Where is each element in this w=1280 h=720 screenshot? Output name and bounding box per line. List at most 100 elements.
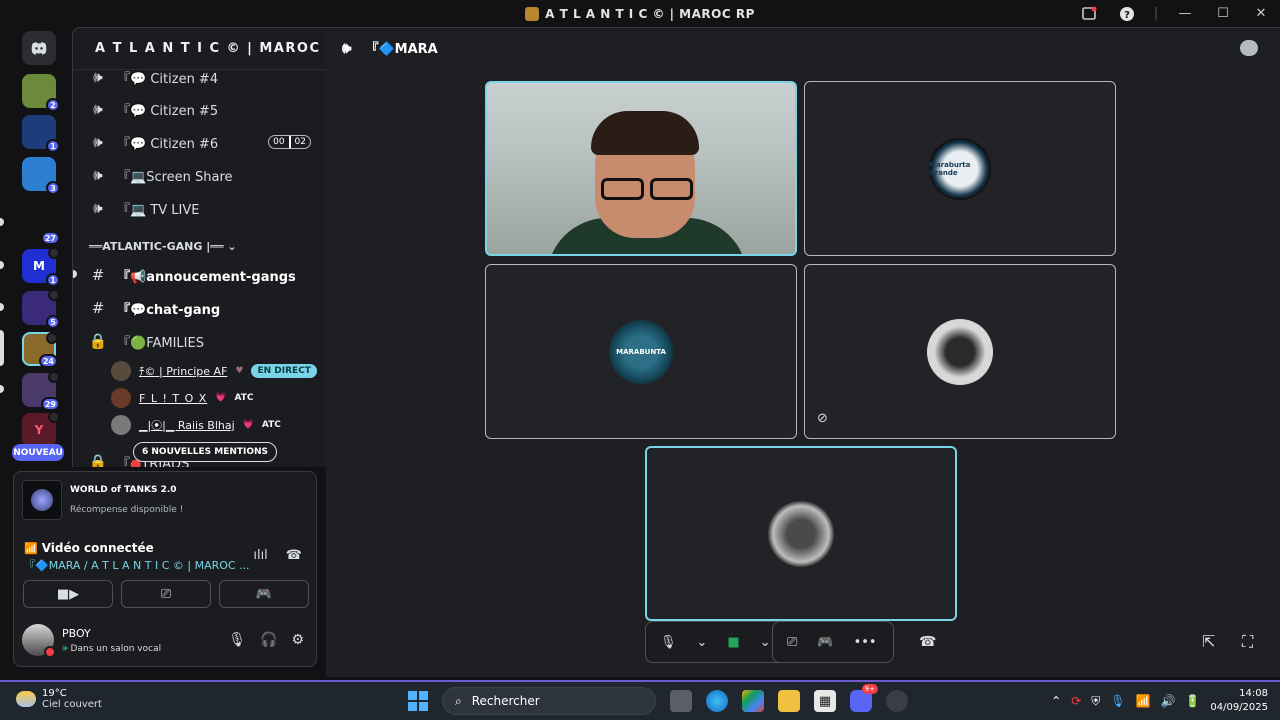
microphone-icon[interactable]: 🎙 <box>228 632 246 648</box>
edge-icon[interactable] <box>706 690 728 712</box>
copilot-icon[interactable] <box>742 690 764 712</box>
headphones-icon[interactable]: 🎧 <box>260 632 277 648</box>
disconnect-icon[interactable]: ☎ <box>286 548 302 563</box>
voice-dot-icon <box>48 289 60 301</box>
title-bar: A T L A N T I C © | MAROC RP ? | — ☐ ✕ <box>0 0 1280 27</box>
window-title: A T L A N T I C © | MAROC RP <box>525 6 755 21</box>
server-icon[interactable]: 1 <box>22 115 60 153</box>
sync-icon[interactable]: ⟳ <box>1071 694 1081 708</box>
new-mentions-button[interactable]: 6 NOUVELLES MENTIONS <box>133 442 278 462</box>
discord-home-icon[interactable] <box>22 31 56 65</box>
text-channel-chat-gang[interactable]: # 『💬chat-gang <box>73 295 326 321</box>
voice-channel-link[interactable]: 『🔷MARA / A T L A N T I C © | MAROC ... <box>24 557 254 573</box>
disconnect-icon[interactable]: ☎ <box>919 634 936 650</box>
heart-icon: 💗 <box>242 420 254 430</box>
server-icon[interactable]: Y <box>22 411 60 447</box>
voice-channel-citizen-4[interactable]: 🕪 『💬 Citizen #4 <box>73 64 326 90</box>
unread-pill <box>0 218 4 226</box>
discord-taskbar-icon[interactable]: 9+ <box>850 684 878 712</box>
promo-title: WORLD of TANKS 2.0 <box>70 485 177 495</box>
avatar <box>111 361 131 381</box>
gear-icon[interactable]: ⚙ <box>291 632 304 648</box>
screen-share-button[interactable]: ⎚ <box>121 580 211 608</box>
pop-out-icon[interactable]: ⇱ <box>1202 632 1215 651</box>
battery-icon[interactable]: 🔋 <box>1185 694 1200 708</box>
inbox-icon[interactable] <box>1070 0 1108 27</box>
heart-icon: ♥ <box>235 366 244 376</box>
video-tile-avatar[interactable]: MARABUNTA <box>485 264 797 439</box>
clock[interactable]: 14:08 04/09/2025 <box>1210 687 1268 715</box>
search-input[interactable]: ⌕ Rechercher <box>442 687 656 715</box>
voice-call-area: 🕪 『🔷MARA Maraburta Grande MARABUNTA ⊘ 🎙 … <box>326 27 1280 677</box>
folder-icon[interactable] <box>778 690 800 712</box>
store-icon[interactable]: ▦ <box>814 690 836 712</box>
gamepad-icon: 🎮 <box>255 586 273 602</box>
windows-start-icon[interactable] <box>408 691 428 711</box>
server-icon[interactable]: M1 <box>22 247 60 287</box>
camera-icon[interactable]: ■ <box>727 635 739 650</box>
guild-name: A T L A N T I C © | MAROC RP <box>95 41 326 56</box>
screen-share-icon[interactable]: ⎚ <box>787 635 797 650</box>
speaker-icon: 🕪 <box>93 166 103 184</box>
app-icon[interactable] <box>886 690 908 712</box>
server-icon[interactable]: 2 <box>22 74 60 112</box>
promo-card[interactable]: WORLD of TANKS 2.0 Récompense disponible… <box>22 480 183 520</box>
fullscreen-icon[interactable]: ⛶ <box>1242 632 1253 652</box>
category-atlantic-gang[interactable]: ══ATLANTIC-GANG |══ ⌄ <box>89 240 237 253</box>
chat-icon[interactable] <box>1240 40 1258 56</box>
avatar: Maraburta Grande <box>929 137 991 200</box>
weather-widget[interactable]: 19°C Ciel couvert <box>16 688 102 710</box>
current-user[interactable]: PBOY 🕪 Dans un salon vocal <box>22 624 161 658</box>
server-icon[interactable]: 29 <box>22 371 60 411</box>
chevron-down-icon[interactable]: ⌄ <box>760 635 771 650</box>
voice-member[interactable]: F L ! T O X 💗 ATC <box>111 387 254 409</box>
microphone-icon[interactable]: 🎙 <box>1110 694 1125 708</box>
server-icon-atlantic[interactable]: 24 <box>22 332 58 368</box>
voice-dot-icon <box>48 411 60 423</box>
voice-channel-citizen-5[interactable]: 🕪 『💬 Citizen #5 <box>73 96 326 122</box>
server-icon[interactable]: 5 <box>22 289 60 329</box>
svg-text:?: ? <box>1124 10 1130 21</box>
voice-member[interactable]: ▁|⦿|▁ Raiis Blhaj 💗 ATC <box>111 414 281 436</box>
call-header: 🕪 『🔷MARA <box>342 38 438 58</box>
chevron-up-icon[interactable]: ⌃ <box>1051 694 1061 708</box>
voice-status-text: Vidéo connectée <box>41 541 154 555</box>
voice-channel-families[interactable]: 🔒 『🟢FAMILIES <box>73 328 326 354</box>
voice-channel-screen-share[interactable]: 🕪 『💻Screen Share <box>73 162 326 188</box>
camera-off-icon: ⊘ <box>817 411 828 426</box>
lock-icon: 🔒 <box>88 453 108 467</box>
user-panel: WORLD of TANKS 2.0 Récompense disponible… <box>13 471 317 667</box>
app-logo-icon <box>525 6 540 21</box>
new-badge[interactable]: NOUVEAU <box>12 444 64 461</box>
lock-icon: 🔒 <box>88 332 108 350</box>
close-button[interactable]: ✕ <box>1242 0 1280 27</box>
server-icon[interactable]: 27 <box>22 207 60 245</box>
soundboard-icon[interactable]: ılıl <box>253 548 267 563</box>
hashtag-icon: # <box>91 299 105 317</box>
chevron-down-icon[interactable]: ⌄ <box>697 635 708 650</box>
dnd-status-icon <box>44 646 56 658</box>
voice-member[interactable]: ﾁ© | Principe AF ♥ EN DIRECT <box>111 360 317 382</box>
task-view-icon[interactable] <box>670 690 692 712</box>
text-channel-annoucement-gangs[interactable]: # 『📢annoucement-gangs <box>73 262 326 288</box>
volume-icon[interactable]: 🔊 <box>1160 694 1175 708</box>
more-icon[interactable]: ••• <box>854 635 877 650</box>
voice-channel-citizen-6[interactable]: 🕪 『💬 Citizen #6 00 02 <box>73 129 326 155</box>
minimize-button[interactable]: — <box>1166 0 1204 27</box>
gamepad-icon[interactable]: 🎮 <box>817 635 833 650</box>
video-tile-avatar[interactable]: ⊘ <box>804 264 1116 439</box>
camera-button[interactable]: ■▶ <box>23 580 113 608</box>
server-icon[interactable]: 3 <box>22 157 60 195</box>
window-title-text: A T L A N T I C © | MAROC RP <box>545 6 755 21</box>
microphone-icon[interactable]: 🎙 <box>660 635 677 650</box>
wifi-icon[interactable]: 📶 <box>1136 694 1151 708</box>
video-tile-avatar[interactable] <box>645 446 957 621</box>
security-icon[interactable]: ⛨ <box>1091 694 1100 709</box>
maximize-button[interactable]: ☐ <box>1204 0 1242 27</box>
activities-button[interactable]: 🎮 <box>219 580 309 608</box>
video-tile-avatar[interactable]: Maraburta Grande <box>804 81 1116 256</box>
video-tile-camera[interactable] <box>485 81 797 256</box>
voice-channel-tv-live[interactable]: 🕪 『💻 TV LIVE <box>73 195 326 221</box>
help-icon[interactable]: ? <box>1108 0 1146 27</box>
call-action-controls: ⎚ 🎮 ••• <box>772 621 894 663</box>
